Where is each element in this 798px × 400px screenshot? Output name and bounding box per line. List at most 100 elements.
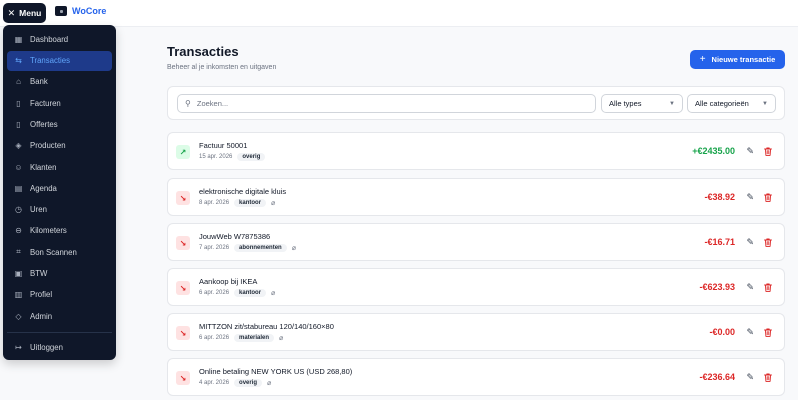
edit-pencil-icon[interactable]: ✎ bbox=[746, 327, 754, 338]
close-icon: ✕ bbox=[7, 7, 16, 18]
category-badge: overig bbox=[237, 153, 266, 161]
sidebar-item-transacties[interactable]: ⇆ Transacties bbox=[7, 50, 112, 71]
type-filter-select[interactable]: Alle types ▼ bbox=[601, 94, 683, 113]
transaction-date: 6 apr. 2026 bbox=[199, 335, 230, 341]
file-icon: ▯ bbox=[16, 98, 21, 108]
menu-toggle-button[interactable]: ✕ Menu bbox=[3, 3, 46, 23]
new-transaction-label: Nieuwe transactie bbox=[711, 55, 776, 64]
transaction-amount: +€2435.00 bbox=[692, 146, 735, 156]
clock-icon: ◷ bbox=[15, 205, 22, 215]
transaction-meta: 7 apr. 2026 abonnementen ⌀ bbox=[199, 244, 296, 252]
trash-icon[interactable] bbox=[764, 147, 772, 156]
car-icon: ⊖ bbox=[15, 226, 22, 236]
users-icon: ☺ bbox=[14, 162, 23, 172]
transaction-row[interactable]: ↘ Aankoop bij IKEA 6 apr. 2026 kantoor ⌀ -€62… bbox=[167, 268, 785, 306]
paperclip-icon: ⌀ bbox=[267, 380, 272, 387]
sidebar-item-label: Agenda bbox=[30, 183, 57, 193]
trash-icon[interactable] bbox=[764, 193, 772, 202]
trash-icon[interactable] bbox=[764, 283, 772, 292]
sidebar-item-btw[interactable]: ▣ BTW bbox=[7, 264, 112, 284]
transaction-date: 15 apr. 2026 bbox=[199, 154, 233, 160]
sidebar-item-facturen[interactable]: ▯ Facturen bbox=[7, 93, 112, 113]
sidebar-item-profiel[interactable]: ▥ Profiel bbox=[7, 285, 112, 305]
sidebar-item-label: Klanten bbox=[30, 162, 57, 172]
transaction-row[interactable]: ↘ MITTZON zit/stabureau 120/140/160×80 6 a… bbox=[167, 313, 785, 351]
category-filter-select[interactable]: Alle categorieën ▼ bbox=[687, 94, 776, 113]
transaction-row[interactable]: ↘ elektronische digitale kluis 8 apr. 2026… bbox=[167, 178, 785, 216]
edit-pencil-icon[interactable]: ✎ bbox=[746, 192, 754, 203]
type-filter-value: Alle types bbox=[609, 99, 642, 108]
sidebar-item-label: Producten bbox=[30, 141, 66, 151]
bank-icon: ⌂ bbox=[16, 77, 21, 87]
transaction-row[interactable]: ↗ Factuur 50001 15 apr. 2026 overig +€2435.0… bbox=[167, 132, 785, 170]
paperclip-icon: ⌀ bbox=[291, 245, 296, 252]
transaction-title: Aankoop bij IKEA bbox=[199, 277, 258, 286]
sidebar-item-label: Uren bbox=[30, 205, 47, 215]
paperclip-icon: ⌀ bbox=[271, 290, 276, 297]
sidebar-item-admin[interactable]: ◇ Admin bbox=[7, 306, 112, 326]
search-placeholder: Zoeken... bbox=[196, 99, 229, 108]
category-badge: kantoor bbox=[234, 289, 267, 297]
chevron-down-icon: ▼ bbox=[762, 100, 768, 107]
brand-logo-icon bbox=[55, 6, 67, 16]
trash-icon[interactable] bbox=[764, 328, 772, 337]
scan-icon: ⌗ bbox=[16, 247, 21, 257]
brand[interactable]: WoCore bbox=[55, 6, 106, 16]
sidebar-item-uren[interactable]: ◷ Uren bbox=[7, 200, 112, 220]
filter-bar: ⚲ Zoeken... Alle types ▼ Alle categorieë… bbox=[167, 86, 785, 120]
trash-icon[interactable] bbox=[764, 373, 772, 382]
plus-icon: + bbox=[699, 54, 706, 65]
building-icon: ▥ bbox=[14, 290, 23, 300]
top-bar: ✕ Menu WoCore bbox=[0, 0, 798, 27]
transaction-meta: 15 apr. 2026 overig bbox=[199, 153, 266, 161]
transaction-row[interactable]: ↘ Online betaling NEW YORK US (USD 268,80… bbox=[167, 358, 785, 396]
edit-pencil-icon[interactable]: ✎ bbox=[746, 146, 754, 157]
sidebar-item-label: Transacties bbox=[30, 56, 71, 66]
sidebar-item-producten[interactable]: ◈ Producten bbox=[7, 136, 112, 156]
transaction-date: 4 apr. 2026 bbox=[199, 380, 230, 386]
document-icon: ▯ bbox=[16, 119, 21, 129]
sidebar-item-label: Bank bbox=[30, 77, 48, 87]
trash-icon[interactable] bbox=[764, 238, 772, 247]
transaction-amount: -€236.64 bbox=[699, 372, 735, 382]
edit-pencil-icon[interactable]: ✎ bbox=[746, 372, 754, 383]
sidebar-item-kilometers[interactable]: ⊖ Kilometers bbox=[7, 221, 112, 241]
page-subtitle: Beheer al je inkomsten en uitgaven bbox=[167, 64, 277, 71]
grid-icon: ▦ bbox=[14, 34, 23, 44]
sidebar-item-label: Profiel bbox=[30, 290, 53, 300]
sidebar-item-bank[interactable]: ⌂ Bank bbox=[7, 72, 112, 92]
arrow-up-right-icon: ↗ bbox=[176, 145, 190, 159]
transaction-amount: -€0.00 bbox=[709, 327, 735, 337]
category-badge: abonnementen bbox=[234, 244, 287, 252]
page-title: Transacties bbox=[167, 44, 239, 59]
transaction-meta: 4 apr. 2026 overig ⌀ bbox=[199, 379, 271, 387]
brand-name: WoCore bbox=[72, 6, 107, 16]
sidebar-item-klanten[interactable]: ☺ Klanten bbox=[7, 157, 112, 177]
transaction-title: Online betaling NEW YORK US (USD 268,80) bbox=[199, 367, 353, 376]
arrow-down-right-icon: ↘ bbox=[176, 371, 190, 385]
transaction-meta: 8 apr. 2026 kantoor ⌀ bbox=[199, 199, 275, 207]
swap-icon: ⇆ bbox=[15, 56, 22, 66]
sidebar-item-label: Bon Scannen bbox=[30, 247, 77, 257]
new-transaction-button[interactable]: + Nieuwe transactie bbox=[690, 50, 785, 69]
logout-label: Uitloggen bbox=[30, 342, 63, 352]
transaction-title: Factuur 50001 bbox=[199, 141, 248, 150]
transaction-meta: 6 apr. 2026 materialen ⌀ bbox=[199, 334, 283, 342]
paperclip-icon: ⌀ bbox=[271, 200, 276, 207]
sidebar-item-label: Admin bbox=[30, 311, 53, 321]
sidebar-item-agenda[interactable]: ▤ Agenda bbox=[7, 178, 112, 198]
sidebar-item-dashboard[interactable]: ▦ Dashboard bbox=[7, 29, 112, 49]
shield-icon: ◇ bbox=[15, 311, 22, 321]
arrow-down-right-icon: ↘ bbox=[176, 236, 190, 250]
transaction-title: MITTZON zit/stabureau 120/140/160×80 bbox=[199, 322, 334, 331]
search-input[interactable]: ⚲ Zoeken... bbox=[177, 94, 596, 113]
edit-pencil-icon[interactable]: ✎ bbox=[746, 282, 754, 293]
category-filter-value: Alle categorieën bbox=[695, 99, 749, 108]
sidebar-item-offertes[interactable]: ▯ Offertes bbox=[7, 114, 112, 134]
edit-pencil-icon[interactable]: ✎ bbox=[746, 237, 754, 248]
sidebar-item-bon-scannen[interactable]: ⌗ Bon Scannen bbox=[7, 242, 112, 262]
logout-button[interactable]: ↦ Uitloggen bbox=[7, 337, 112, 357]
transaction-row[interactable]: ↘ JouwWeb W7875386 7 apr. 2026 abonnementen… bbox=[167, 223, 785, 261]
paperclip-icon: ⌀ bbox=[279, 335, 284, 342]
transaction-date: 8 apr. 2026 bbox=[199, 200, 230, 206]
